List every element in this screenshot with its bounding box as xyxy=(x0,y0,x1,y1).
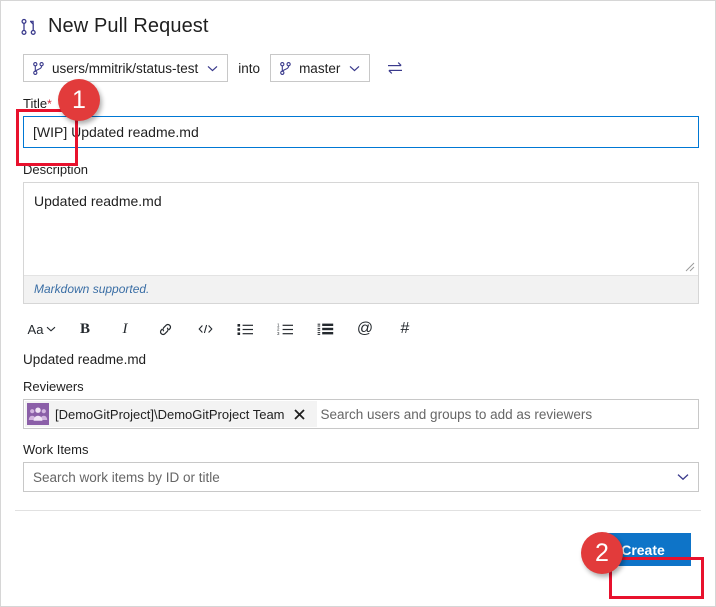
description-label: Description xyxy=(23,162,89,177)
link-button[interactable] xyxy=(145,314,185,344)
work-items-field: Work Items xyxy=(1,442,715,492)
page-header: New Pull Request xyxy=(1,1,715,38)
work-items-label: Work Items xyxy=(23,442,89,457)
description-textarea[interactable] xyxy=(24,183,698,275)
italic-button[interactable]: I xyxy=(105,314,145,344)
markdown-toolbar: Aa B I 1 2 3 @ # xyxy=(1,304,715,346)
reviewers-search-input[interactable] xyxy=(316,400,698,428)
source-branch-dropdown[interactable]: users/mmitrik/status-test xyxy=(23,54,229,82)
bold-icon: B xyxy=(79,320,90,337)
pull-request-icon xyxy=(19,17,39,37)
work-items-input-container[interactable] xyxy=(23,462,699,492)
swap-arrows-icon[interactable] xyxy=(384,57,406,79)
target-branch-name: master xyxy=(299,60,341,76)
chevron-down-icon[interactable] xyxy=(668,473,698,481)
font-size-label: Aa xyxy=(27,321,44,337)
numbered-list-button[interactable]: 1 2 3 xyxy=(265,314,305,344)
bold-button[interactable]: B xyxy=(65,314,105,344)
group-avatar-icon xyxy=(27,403,49,425)
markdown-supported-note: Markdown supported. xyxy=(24,275,698,303)
git-branch-icon xyxy=(32,61,45,76)
git-branch-icon xyxy=(279,61,292,76)
reviewer-chip[interactable]: [DemoGitProject]\DemoGitProject Team xyxy=(25,401,317,427)
font-size-dropdown[interactable]: Aa xyxy=(19,314,65,344)
branch-selector-row: users/mmitrik/status-test into master xyxy=(1,38,715,82)
required-marker: * xyxy=(47,97,52,111)
bulleted-list-icon xyxy=(237,322,254,336)
title-field: Title* xyxy=(1,96,715,148)
numbered-list-icon: 1 2 3 xyxy=(277,322,294,336)
title-label: Title* xyxy=(23,96,52,111)
create-button[interactable]: Create xyxy=(595,533,691,566)
description-box: Markdown supported. xyxy=(23,182,699,304)
chevron-down-icon xyxy=(46,326,56,332)
task-list-icon xyxy=(317,322,334,336)
work-item-link-button[interactable]: # xyxy=(385,314,425,344)
italic-icon: I xyxy=(122,320,128,337)
reviewer-chip-label: [DemoGitProject]\DemoGitProject Team xyxy=(55,406,285,422)
footer: Create xyxy=(1,511,715,566)
target-branch-dropdown[interactable]: master xyxy=(270,54,371,82)
svg-text:3: 3 xyxy=(277,331,280,336)
work-items-search-input[interactable] xyxy=(24,463,668,491)
description-preview-text: Updated readme.md xyxy=(23,352,147,367)
reviewers-label: Reviewers xyxy=(23,379,84,394)
chevron-down-icon xyxy=(207,65,218,72)
code-icon xyxy=(197,322,214,336)
bulleted-list-button[interactable] xyxy=(225,314,265,344)
close-icon[interactable] xyxy=(289,408,311,420)
at-mention-icon: @ xyxy=(356,320,374,337)
new-pull-request-page: New Pull Request users/mmitrik/status-te… xyxy=(0,0,716,607)
mention-button[interactable]: @ xyxy=(345,314,385,344)
chevron-down-icon xyxy=(349,65,360,72)
hash-icon: # xyxy=(400,320,410,337)
reviewers-field: Reviewers [DemoGitProject]\DemoGitProjec… xyxy=(1,379,715,429)
code-button[interactable] xyxy=(185,314,225,344)
page-title: New Pull Request xyxy=(48,15,209,37)
title-input[interactable] xyxy=(23,116,699,148)
description-field: Description Markdown supported. xyxy=(1,162,715,304)
reviewers-input-container[interactable]: [DemoGitProject]\DemoGitProject Team xyxy=(23,399,699,429)
source-branch-name: users/mmitrik/status-test xyxy=(52,60,199,76)
link-icon xyxy=(157,321,174,338)
task-list-button[interactable] xyxy=(305,314,345,344)
into-label: into xyxy=(238,60,261,76)
